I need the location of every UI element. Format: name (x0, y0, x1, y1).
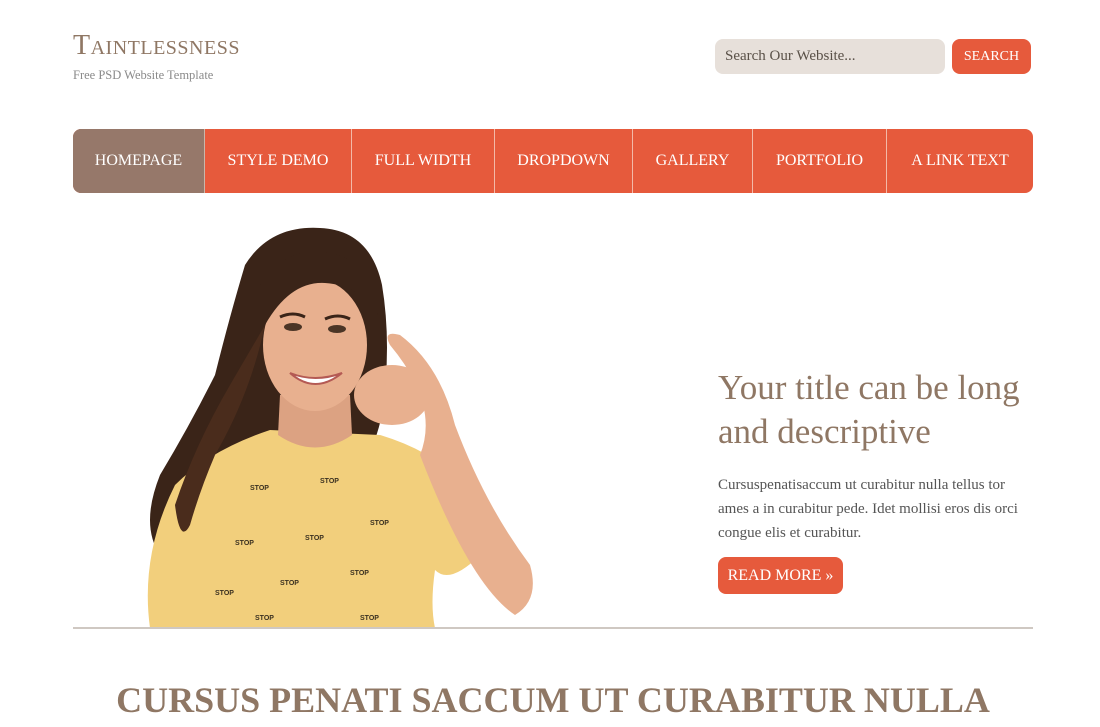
shirt-print-1: STOP (250, 485, 269, 492)
nav-item-style-demo[interactable]: STYLE DEMO (205, 129, 352, 193)
shirt-print-3: STOP (370, 520, 389, 527)
nav-item-full-width[interactable]: FULL WIDTH (352, 129, 495, 193)
shirt-print-7: STOP (350, 570, 369, 577)
nav-item-a-link-text[interactable]: A LINK TEXT (887, 129, 1033, 193)
section-divider (73, 627, 1033, 629)
read-more-button[interactable]: READ MORE » (718, 557, 843, 594)
main-nav: HOMEPAGE STYLE DEMO FULL WIDTH DROPDOWN … (73, 129, 1033, 193)
shirt-print-8: STOP (215, 590, 234, 597)
shirt-print-9: STOP (255, 615, 274, 622)
search-button[interactable]: SEARCH (952, 39, 1031, 74)
site-title[interactable]: Taintlessness (73, 32, 240, 60)
site-tagline: Free PSD Website Template (73, 68, 214, 82)
shirt-print-6: STOP (280, 580, 299, 587)
nav-item-portfolio[interactable]: PORTFOLIO (753, 129, 887, 193)
hero-image: STOP STOP STOP STOP STOP STOP STOP STOP … (120, 225, 540, 628)
hero-text: Cursuspenatisaccum ut curabitur nulla te… (718, 477, 1018, 541)
nav-item-dropdown[interactable]: DROPDOWN (495, 129, 633, 193)
search-input[interactable] (715, 39, 945, 74)
shirt-print-2: STOP (320, 478, 339, 485)
shirt-print-4: STOP (235, 540, 254, 547)
shirt-print-5: STOP (305, 535, 324, 542)
nav-item-gallery[interactable]: GALLERY (633, 129, 753, 193)
nav-item-homepage[interactable]: HOMEPAGE (73, 129, 205, 193)
hero-title: Your title can be long and descriptive (718, 368, 1020, 451)
section-heading: CURSUS PENATI SACCUM UT CURABITUR NULLA (116, 680, 990, 720)
shirt-print-10: STOP (360, 615, 379, 622)
